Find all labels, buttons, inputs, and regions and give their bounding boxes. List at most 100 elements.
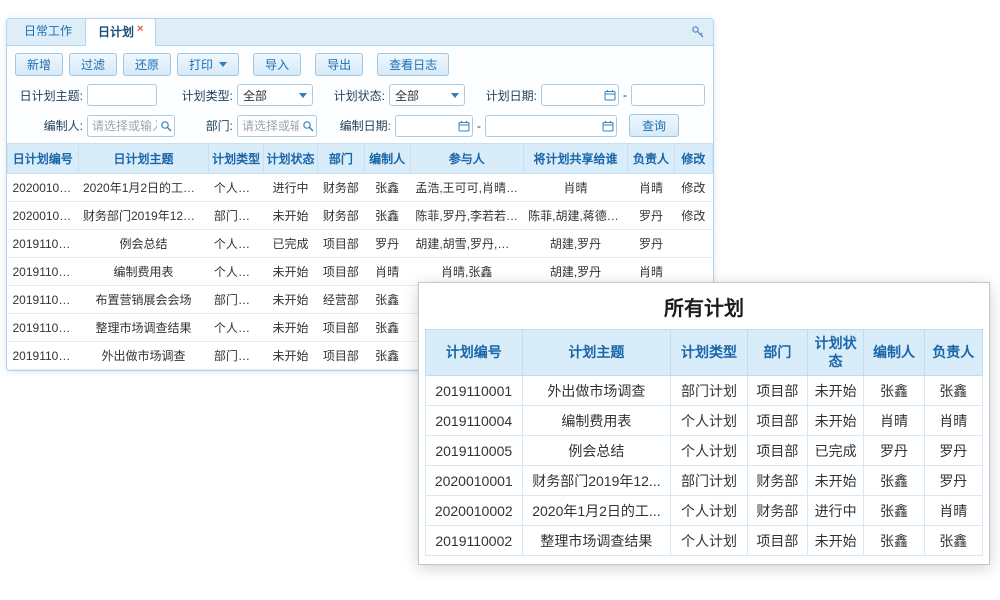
table-row[interactable]: 2019110002整理市场调查结果个人计划项目部未开始张鑫张鑫: [426, 526, 983, 556]
dept-label: 部门:: [189, 117, 237, 134]
calendar-icon[interactable]: [602, 120, 614, 132]
column-header[interactable]: 计划状态: [263, 144, 317, 174]
table-row[interactable]: 2020010001财务部门2019年12...部门计划财务部未开始张鑫罗丹: [426, 466, 983, 496]
search-form-row-2: 编制人: 部门: 编: [7, 110, 713, 141]
cell: 张鑫: [924, 526, 982, 556]
tab-daily-plan[interactable]: 日计划×: [85, 18, 156, 46]
table-row[interactable]: 2019110001外出做市场调查部门计划项目部未开始张鑫张鑫: [426, 376, 983, 406]
add-button[interactable]: 新增: [15, 53, 63, 76]
view-log-button[interactable]: 查看日志: [377, 53, 449, 76]
cell: 项目部: [318, 314, 364, 342]
all-plans-title: 所有计划: [425, 285, 983, 329]
table-row[interactable]: 2019110005例会总结个人计划已完成项目部罗丹胡建,胡雪,罗丹,任晓...…: [8, 230, 713, 258]
export-button[interactable]: 导出: [315, 53, 363, 76]
cell-link[interactable]: 肖晴: [628, 174, 674, 202]
cell: 2020010002: [426, 496, 523, 526]
cell-link[interactable]: 2019110005: [8, 230, 79, 258]
table-row[interactable]: 2019110004编制费用表个人计划项目部未开始肖晴肖晴: [426, 406, 983, 436]
table-row[interactable]: 20200100022020年1月2日的工...个人计划财务部进行中张鑫肖晴: [426, 496, 983, 526]
cell-link[interactable]: 2020010002: [8, 174, 79, 202]
cell: 项目部: [318, 342, 364, 370]
plan-type-select-value: 全部: [243, 87, 267, 104]
restore-button-label: 还原: [135, 56, 159, 73]
cell-link[interactable]: 罗丹: [628, 230, 674, 258]
column-header[interactable]: 日计划编号: [8, 144, 79, 174]
cell: 未开始: [263, 314, 317, 342]
restore-button[interactable]: 还原: [123, 53, 171, 76]
table-row[interactable]: 20200100022020年1月2日的工作日...个人计划进行中财务部张鑫孟浩…: [8, 174, 713, 202]
cell-link[interactable]: 修改: [674, 202, 712, 230]
import-button[interactable]: 导入: [253, 53, 301, 76]
cell: 整理市场调查结果: [78, 314, 209, 342]
table-row[interactable]: 2019110005例会总结个人计划项目部已完成罗丹罗丹: [426, 436, 983, 466]
close-tab-icon[interactable]: ×: [137, 23, 143, 35]
cell: 项目部: [318, 258, 364, 286]
cell: 项目部: [318, 230, 364, 258]
column-header: 负责人: [924, 330, 982, 376]
subject-input[interactable]: [87, 84, 157, 106]
print-button-label: 打印: [189, 56, 213, 73]
column-header: 计划类型: [671, 330, 747, 376]
cell: 财务部门2019年12月的...: [78, 202, 209, 230]
key-icon[interactable]: [691, 25, 705, 39]
query-button[interactable]: 查询: [629, 114, 679, 137]
cell-link[interactable]: 2019110001: [8, 342, 79, 370]
filter-button-label: 过滤: [81, 56, 105, 73]
calendar-icon[interactable]: [604, 89, 616, 101]
cell: 已完成: [263, 230, 317, 258]
column-header[interactable]: 负责人: [628, 144, 674, 174]
cell: 张鑫: [364, 342, 410, 370]
toolbar: 新增 过滤 还原 打印 导入 导出 查看日志: [7, 46, 713, 80]
all-plans-table: 计划编号计划主题计划类型部门计划状态编制人负责人 2019110001外出做市场…: [425, 329, 983, 556]
tab-daily-work[interactable]: 日常工作: [11, 17, 85, 45]
search-icon[interactable]: [160, 120, 172, 132]
all-plans-window: 所有计划 计划编号计划主题计划类型部门计划状态编制人负责人 2019110001…: [418, 282, 990, 565]
cell: 项目部: [747, 406, 807, 436]
calendar-icon[interactable]: [458, 120, 470, 132]
column-header[interactable]: 编制人: [364, 144, 410, 174]
cell: 部门计划: [671, 376, 747, 406]
print-button[interactable]: 打印: [177, 53, 239, 76]
column-header[interactable]: 计划类型: [209, 144, 263, 174]
filter-button[interactable]: 过滤: [69, 53, 117, 76]
search-icon[interactable]: [302, 120, 314, 132]
cell-link[interactable]: 修改: [674, 174, 712, 202]
column-header: 计划状态: [808, 330, 864, 376]
cell: 项目部: [747, 436, 807, 466]
chevron-down-icon: [451, 93, 459, 98]
cell: [674, 230, 712, 258]
cell: 个人计划: [209, 314, 263, 342]
plan-date-to-input[interactable]: [631, 84, 705, 106]
column-header[interactable]: 将计划共享给谁: [523, 144, 628, 174]
cell: 2019110004: [426, 406, 523, 436]
cell: 张鑫: [864, 526, 924, 556]
cell: 罗丹: [364, 230, 410, 258]
column-header: 编制人: [864, 330, 924, 376]
cell: 2020年1月2日的工作日...: [78, 174, 209, 202]
cell-link[interactable]: 2020010001: [8, 202, 79, 230]
cell-link[interactable]: 2019110004: [8, 258, 79, 286]
desktop: 日常工作 日计划× 新增 过滤 还原: [0, 0, 1000, 600]
cell: 布置营销展会会场: [78, 286, 209, 314]
column-header: 计划编号: [426, 330, 523, 376]
cell: 罗丹: [924, 466, 982, 496]
add-button-label: 新增: [27, 56, 51, 73]
cell: 个人计划: [209, 258, 263, 286]
created-date-to-input[interactable]: [485, 115, 617, 137]
cell: 2019110001: [426, 376, 523, 406]
cell: 未开始: [263, 286, 317, 314]
plan-status-label: 计划状态:: [327, 87, 389, 104]
table-row[interactable]: 2020010001财务部门2019年12月的...部门计划未开始财务部张鑫陈菲…: [8, 202, 713, 230]
column-header[interactable]: 参与人: [410, 144, 523, 174]
cell-link[interactable]: 2019110002: [8, 314, 79, 342]
date-range-separator: -: [623, 88, 627, 102]
column-header[interactable]: 修改: [674, 144, 712, 174]
cell: 个人计划: [671, 436, 747, 466]
plan-status-select[interactable]: 全部: [389, 84, 465, 106]
plan-type-select[interactable]: 全部: [237, 84, 313, 106]
cell-link[interactable]: 罗丹: [628, 202, 674, 230]
cell-link[interactable]: 2019110003: [8, 286, 79, 314]
column-header[interactable]: 部门: [318, 144, 364, 174]
column-header[interactable]: 日计划主题: [78, 144, 209, 174]
cell: 肖晴: [364, 258, 410, 286]
